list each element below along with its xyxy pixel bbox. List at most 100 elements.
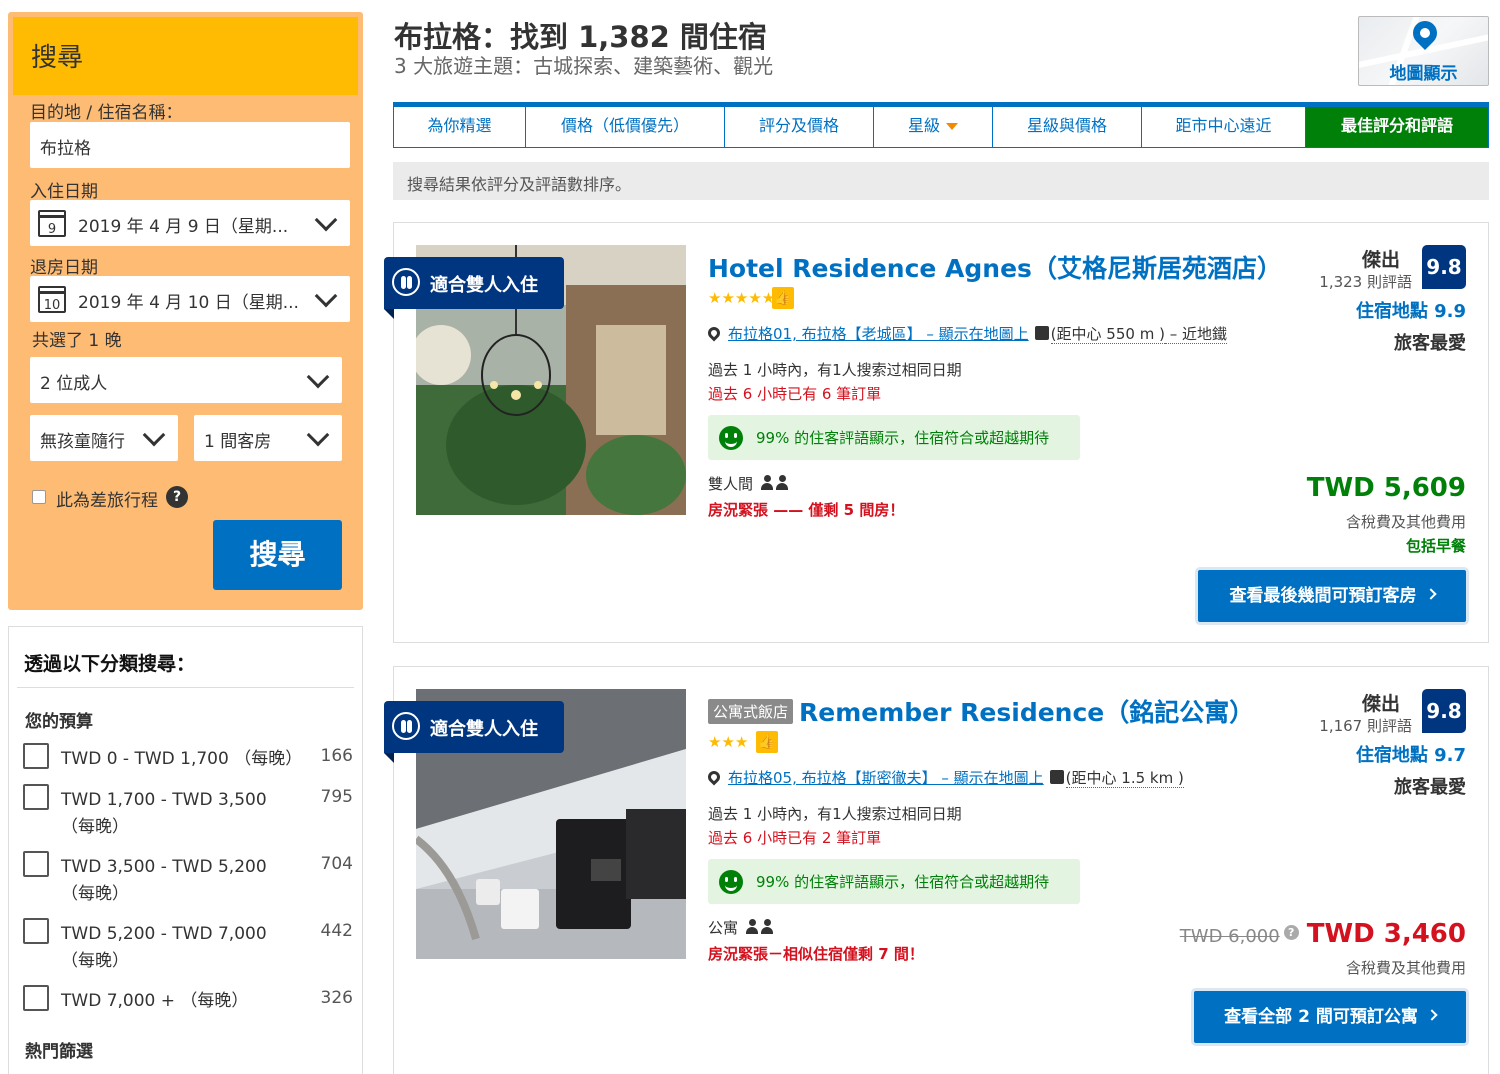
location-score: 住宿地點 9.9 (1355, 301, 1466, 322)
chevron-down-icon (306, 423, 330, 447)
tab-distance[interactable]: 距市中心遠近 (1142, 107, 1306, 147)
ribbon-fold (384, 309, 394, 319)
tab-price-low[interactable]: 價格（低價優先） (526, 107, 725, 147)
search-button[interactable]: 搜尋 (213, 520, 342, 590)
star-rating: ★★★★★ (708, 289, 776, 307)
score-badge[interactable]: 9.8 (1422, 689, 1466, 733)
children-select[interactable]: 無孩童隨行 (30, 415, 178, 461)
adults-select[interactable]: 2 位成人 (30, 357, 342, 403)
chevron-down-icon (314, 208, 338, 232)
checkin-label: 入住日期 (30, 182, 98, 202)
popular-filters-heading: 熱門篩選 (25, 1042, 93, 1062)
distance-text: (距中心 550 m ) (1050, 325, 1165, 344)
tab-score-price[interactable]: 評分及價格 (725, 107, 874, 147)
tax-note: 含稅費及其他費用 (1345, 513, 1466, 531)
checkout-value: 2019 年 4 月 10 日（星期... (78, 293, 299, 313)
filter-panel: 透過以下分類搜尋： 您的預算 TWD 0 - TWD 1,700 （每晚） 16… (8, 626, 363, 1074)
ribbon-label: 適合雙人入住 (430, 719, 538, 740)
destination-input[interactable]: 布拉格 (30, 122, 350, 168)
filter-count: 166 (320, 746, 353, 766)
location-link[interactable]: 布拉格01, 布拉格【老城區】 – 顯示在地圖上 (728, 325, 1029, 343)
view-apartments-button[interactable]: 查看全部 2 間可預訂公寓 (1194, 991, 1466, 1043)
filter-checkbox[interactable] (23, 918, 49, 944)
filter-label: TWD 5,200 - TWD 7,000 （每晚） (61, 924, 267, 971)
chevron-right-icon (1426, 1009, 1438, 1021)
smiley-icon (719, 426, 743, 450)
couple-ribbon: 適合雙人入住 (384, 701, 564, 753)
filter-label: TWD 1,700 - TWD 3,500 （每晚） (61, 790, 267, 837)
adults-value: 2 位成人 (40, 374, 108, 394)
filter-count: 326 (320, 988, 353, 1008)
rooms-select[interactable]: 1 間客房 (194, 415, 342, 461)
page-subtitle: 3 大旅遊主題：古城探索、建築藝術、觀光 (394, 54, 774, 78)
filter-checkbox[interactable] (23, 985, 49, 1011)
couple-ribbon: 適合雙人入住 (384, 257, 564, 309)
filter-count: 795 (320, 787, 353, 807)
hotel-name-link[interactable]: Hotel Residence Agnes（艾格尼斯居苑酒店） (708, 249, 1282, 285)
tax-note: 含稅費及其他費用 (1345, 959, 1466, 977)
price: TWD 6,000? TWD 3,460 (1180, 919, 1466, 949)
property-type-badge: 公寓式飯店 (708, 698, 794, 724)
business-trip-checkbox[interactable] (32, 490, 46, 504)
hotel-card: 適合雙人入住 公寓式飯店 Remember Residence（銘記公寓） ★★★… (384, 666, 1489, 1074)
map-pin-icon (1408, 17, 1442, 50)
chevron-right-icon (1424, 588, 1437, 600)
location-link[interactable]: 布拉格05, 布拉格【斯密徹夫】 – 顯示在地圖上 (728, 769, 1044, 787)
sort-note: 搜尋結果依評分及評語數排序。 (393, 162, 1489, 200)
review-count: 1,323 則評語 (1319, 273, 1412, 291)
couple-icon (392, 268, 420, 296)
hotel-name-link[interactable]: 公寓式飯店 Remember Residence（銘記公寓） (708, 693, 1254, 729)
nights-summary: 共選了 1 晚 (32, 331, 122, 351)
chevron-down-icon (314, 284, 338, 308)
distance-icon (1049, 769, 1064, 784)
location-line: 布拉格01, 布拉格【老城區】 – 顯示在地圖上 (距中心 550 m ) – 近… (705, 323, 1227, 344)
caret-down-icon (946, 123, 958, 130)
tab-top-reviewed[interactable]: 最佳評分和評語 (1306, 107, 1488, 147)
hotel-card: 適合雙人入住 Hotel Residence Agnes（艾格尼斯居苑酒店） ★… (384, 222, 1489, 643)
location-pin-icon (705, 324, 723, 341)
room-type: 公寓 (708, 917, 776, 938)
thumbs-up-icon: 👍 (772, 287, 794, 309)
search-panel-title: 搜尋 (31, 43, 84, 73)
review-highlight: 99% 的住客評語顯示，住宿符合或超越期待 (708, 859, 1080, 904)
info-icon[interactable]: ? (1283, 925, 1299, 940)
filter-checkbox[interactable] (23, 743, 49, 769)
filter-count: 442 (320, 921, 353, 941)
search-panel: 搜尋 目的地 / 住宿名稱： 布拉格 入住日期 9 2019 年 4 月 9 日… (8, 12, 363, 610)
checkin-value: 2019 年 4 月 9 日（星期... (78, 217, 289, 237)
tab-stars[interactable]: 星級 (874, 107, 993, 147)
checkout-label: 退房日期 (30, 258, 98, 278)
distance-icon (1034, 325, 1049, 340)
tab-recommended[interactable]: 為你精選 (394, 107, 526, 147)
destination-label: 目的地 / 住宿名稱： (30, 103, 183, 123)
thumbs-up-icon: 👍 (756, 731, 778, 753)
guest-favorite: 旅客最愛 (1394, 777, 1466, 798)
view-rooms-button[interactable]: 查看最後幾間可預訂客房 (1198, 570, 1466, 622)
filter-panel-title: 透過以下分類搜尋： (24, 653, 196, 675)
two-people-icon (759, 474, 791, 490)
price: TWD 5,609 (1306, 473, 1466, 503)
budget-heading: 您的預算 (25, 712, 93, 732)
map-view-label: 地圖顯示 (1389, 64, 1458, 84)
tab-stars-price[interactable]: 星級與價格 (993, 107, 1142, 147)
filter-checkbox[interactable] (23, 784, 49, 810)
filter-checkbox[interactable] (23, 851, 49, 877)
help-icon[interactable]: ? (166, 486, 188, 508)
search-panel-header: 搜尋 (13, 17, 358, 95)
map-view-button[interactable]: 地圖顯示 (1358, 16, 1489, 86)
couple-icon (392, 712, 420, 740)
filter-label: TWD 3,500 - TWD 5,200 （每晚） (61, 857, 267, 904)
checkout-date-select[interactable]: 10 2019 年 4 月 10 日（星期... (30, 276, 350, 322)
location-score: 住宿地點 9.7 (1355, 745, 1466, 766)
divider (17, 687, 354, 688)
score-badge[interactable]: 9.8 (1422, 245, 1466, 289)
score-word: 傑出 (1361, 693, 1400, 715)
viewers-note: 過去 1 小時內，有1人搜索过相同日期 (708, 805, 962, 823)
business-trip-label: 此為差旅行程 (56, 491, 158, 511)
location-pin-icon (705, 768, 723, 785)
ribbon-label: 適合雙人入住 (430, 275, 538, 296)
checkin-date-select[interactable]: 9 2019 年 4 月 9 日（星期... (30, 200, 350, 246)
star-rating: ★★★ (708, 733, 749, 751)
smiley-icon (719, 870, 743, 894)
chevron-down-icon (142, 423, 166, 447)
